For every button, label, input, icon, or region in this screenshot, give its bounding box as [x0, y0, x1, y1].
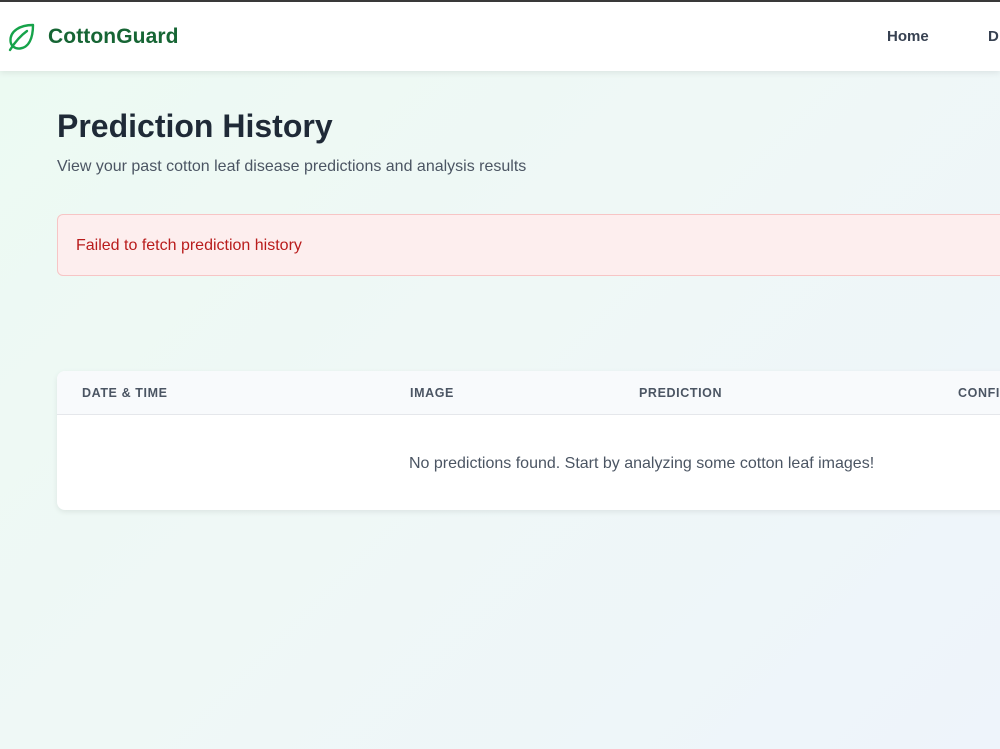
leaf-icon	[6, 21, 38, 53]
empty-state-message: No predictions found. Start by analyzing…	[409, 455, 875, 472]
page-subtitle: View your past cotton leaf disease predi…	[57, 158, 527, 175]
nav-link-home[interactable]: Home	[887, 28, 929, 45]
nav-link-d[interactable]: D	[988, 28, 999, 45]
brand-name: CottonGuard	[48, 24, 179, 48]
column-header-date-time: DATE & TIME	[82, 386, 168, 400]
page-title: Prediction History	[57, 108, 333, 144]
top-navbar: CottonGuard Home D	[0, 2, 1000, 71]
error-alert: Failed to fetch prediction history	[57, 214, 1000, 276]
brand[interactable]: CottonGuard	[6, 21, 179, 53]
prediction-history-table: DATE & TIME IMAGE PREDICTION CONFI No pr…	[57, 371, 1000, 510]
column-header-prediction: PREDICTION	[639, 386, 723, 400]
table-header: DATE & TIME IMAGE PREDICTION CONFI	[57, 371, 1000, 415]
column-header-confidence: CONFI	[958, 386, 1000, 400]
error-message: Failed to fetch prediction history	[76, 237, 302, 254]
column-header-image: IMAGE	[410, 386, 454, 400]
